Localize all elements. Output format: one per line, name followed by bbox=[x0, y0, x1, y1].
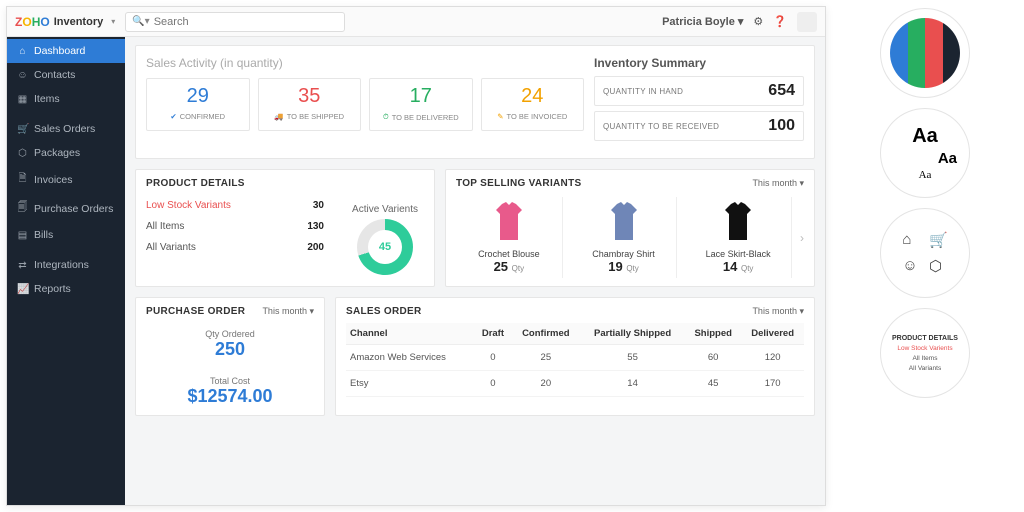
brand-dropdown-caret[interactable]: ▾ bbox=[111, 17, 115, 26]
variant-card[interactable]: Chambray Shirt19 Qty bbox=[571, 197, 678, 278]
sales-card-to-be-delivered[interactable]: 17⏱ TO BE DELIVERED bbox=[369, 78, 473, 131]
sidebar-item-bills[interactable]: ▤Bills bbox=[7, 223, 125, 247]
sidebar-item-contacts[interactable]: ☺Contacts bbox=[7, 63, 125, 87]
main-content: Sales Activity (in quantity) 29✔ CONFIRM… bbox=[125, 37, 825, 505]
style-guide-column: AaAaAa ⌂ 🛒 ☺ ⬡ PRODUCT DETAILS Low Stock… bbox=[826, 0, 1024, 512]
inventory-summary: Inventory Summary QUANTITY IN HAND654 QUA… bbox=[594, 56, 804, 146]
palette-circle bbox=[880, 8, 970, 98]
nav-icon: 🛒 bbox=[17, 124, 28, 135]
avatar[interactable] bbox=[797, 12, 817, 32]
chevron-right-icon[interactable]: › bbox=[800, 231, 804, 245]
po-qty-value: 250 bbox=[146, 339, 314, 360]
sales-card-to-be-shipped[interactable]: 35🚚 TO BE SHIPPED bbox=[258, 78, 362, 131]
top-row: Sales Activity (in quantity) 29✔ CONFIRM… bbox=[135, 45, 815, 159]
so-period-dropdown[interactable]: This month ▾ bbox=[752, 306, 804, 317]
product-image bbox=[573, 199, 675, 245]
sales-activity-title: Sales Activity (in quantity) bbox=[146, 56, 584, 70]
po-period-dropdown[interactable]: This month ▾ bbox=[262, 306, 314, 317]
sidebar-item-purchase-orders[interactable]: 🗐Purchase Orders bbox=[7, 194, 125, 223]
iconography-circle: ⌂ 🛒 ☺ ⬡ bbox=[880, 208, 970, 298]
purchase-order-panel: PURCHASE ORDER This month ▾ Qty Ordered … bbox=[135, 297, 325, 416]
purchase-order-title: PURCHASE ORDER bbox=[146, 306, 245, 317]
nav-icon: ▦ bbox=[17, 94, 28, 105]
sidebar-item-dashboard[interactable]: ⌂Dashboard bbox=[7, 39, 125, 63]
search-box[interactable]: 🔍▾ bbox=[125, 12, 345, 32]
variant-card[interactable]: Lace Skirt-Black14 Qty bbox=[685, 197, 792, 278]
search-icon: 🔍▾ bbox=[132, 16, 149, 27]
person-icon: ☺ bbox=[902, 257, 921, 275]
active-variants-chart: Active Varients 45 bbox=[352, 204, 418, 275]
sidebar-item-sales-orders[interactable]: 🛒Sales Orders bbox=[7, 117, 125, 141]
inventory-summary-title: Inventory Summary bbox=[594, 56, 804, 70]
product-details-title: PRODUCT DETAILS bbox=[146, 178, 424, 189]
product-details-panel: PRODUCT DETAILS Low Stock Variants30All … bbox=[135, 169, 435, 287]
table-row: Etsy0201445170 bbox=[346, 371, 804, 397]
nav-icon: 🗐 bbox=[17, 200, 28, 217]
cart-icon: 🛒 bbox=[929, 231, 948, 249]
home-icon: ⌂ bbox=[902, 231, 921, 249]
sidebar-item-invoices[interactable]: 🗎Invoices bbox=[7, 165, 125, 194]
sidebar-item-integrations[interactable]: ⇄Integrations bbox=[7, 253, 125, 277]
sidebar: ⌂Dashboard☺Contacts▦Items 🛒Sales Orders⬡P… bbox=[7, 37, 125, 505]
search-input[interactable] bbox=[154, 16, 339, 28]
zoho-logo: ZOHO bbox=[15, 15, 50, 29]
top-selling-panel: TOP SELLING VARIANTS This month ▾ Croche… bbox=[445, 169, 815, 287]
product-image bbox=[458, 199, 560, 245]
product-image bbox=[687, 199, 789, 245]
table-row: Amazon Web Services0255560120 bbox=[346, 345, 804, 371]
sales-order-panel: SALES ORDER This month ▾ ChannelDraftCon… bbox=[335, 297, 815, 416]
brand-name: Inventory bbox=[54, 16, 104, 28]
sales-order-title: SALES ORDER bbox=[346, 306, 422, 317]
period-dropdown[interactable]: This month ▾ bbox=[752, 178, 804, 189]
nav-icon: ⬡ bbox=[17, 148, 28, 159]
top-selling-title: TOP SELLING VARIANTS bbox=[456, 178, 581, 189]
inv-line: QUANTITY TO BE RECEIVED100 bbox=[594, 111, 804, 141]
nav-icon: ▤ bbox=[17, 230, 28, 241]
variant-card[interactable]: Crochet Blouse25 Qty bbox=[456, 197, 563, 278]
package-icon: ⬡ bbox=[929, 257, 948, 275]
nav-icon: 📈 bbox=[17, 284, 28, 295]
sidebar-item-items[interactable]: ▦Items bbox=[7, 87, 125, 111]
user-menu[interactable]: Patricia Boyle ▾ bbox=[662, 15, 743, 28]
app-window: ZOHO Inventory ▾ 🔍▾ Patricia Boyle ▾ ⚙ ❓… bbox=[6, 6, 826, 506]
nav-icon: 🗎 bbox=[17, 171, 28, 188]
sidebar-item-reports[interactable]: 📈Reports bbox=[7, 277, 125, 301]
help-icon[interactable]: ❓ bbox=[773, 15, 787, 28]
po-cost-value: $12574.00 bbox=[146, 386, 314, 407]
sales-card-to-be-invoiced[interactable]: 24✎ TO BE INVOICED bbox=[481, 78, 585, 131]
typography-circle: AaAaAa bbox=[880, 108, 970, 198]
nav-icon: ☺ bbox=[17, 70, 28, 81]
sidebar-item-packages[interactable]: ⬡Packages bbox=[7, 141, 125, 165]
sales-card-confirmed[interactable]: 29✔ CONFIRMED bbox=[146, 78, 250, 131]
nav-icon: ⇄ bbox=[17, 260, 28, 271]
gear-icon[interactable]: ⚙ bbox=[753, 15, 763, 28]
inv-line: QUANTITY IN HAND654 bbox=[594, 76, 804, 106]
header: ZOHO Inventory ▾ 🔍▾ Patricia Boyle ▾ ⚙ ❓ bbox=[7, 7, 825, 37]
component-preview-circle: PRODUCT DETAILS Low Stock Varients All I… bbox=[880, 308, 970, 398]
nav-icon: ⌂ bbox=[17, 46, 28, 57]
